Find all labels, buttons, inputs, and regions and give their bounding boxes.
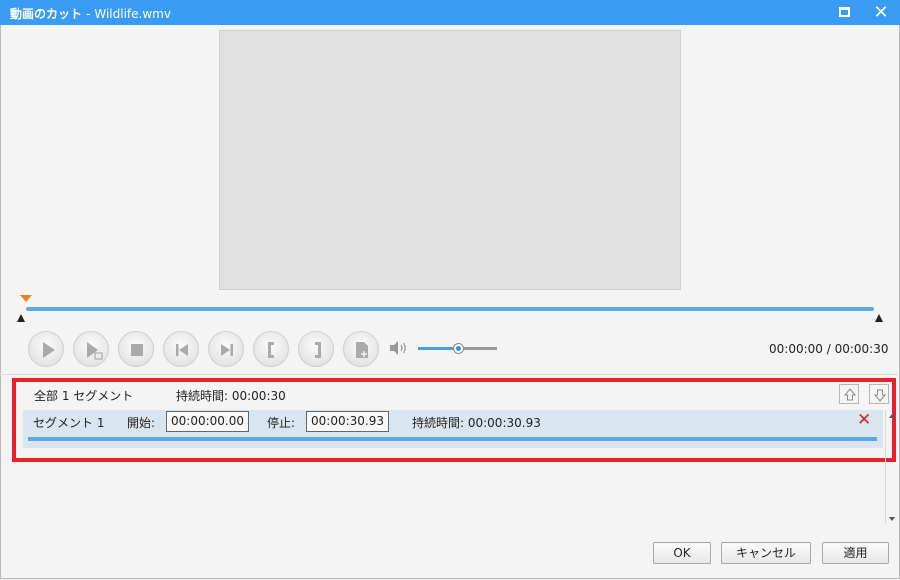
trim-start-marker-icon[interactable]	[17, 314, 25, 322]
maximize-icon[interactable]	[836, 4, 854, 22]
add-segment-icon	[356, 342, 368, 358]
trim-end-marker-icon[interactable]	[875, 314, 883, 322]
next-frame-icon	[221, 344, 233, 356]
set-start-button[interactable]	[253, 331, 289, 367]
volume-slider-knob[interactable]	[452, 343, 464, 354]
window-title: 動画のカット - Wildlife.wmv	[10, 5, 171, 22]
ok-button[interactable]: OK	[653, 542, 711, 564]
stop-button[interactable]	[118, 331, 154, 367]
segment-list-scrollbar[interactable]	[885, 410, 898, 524]
divider	[0, 374, 898, 375]
scroll-down-icon[interactable]	[889, 517, 895, 521]
set-start-icon	[268, 342, 274, 358]
stop-icon	[131, 344, 143, 356]
video-preview	[219, 30, 681, 290]
speaker-icon[interactable]	[389, 340, 409, 356]
scroll-up-icon[interactable]	[889, 414, 895, 418]
volume-slider[interactable]	[418, 343, 497, 354]
close-icon[interactable]: ✕	[872, 4, 890, 22]
play-button[interactable]	[28, 331, 64, 367]
window-title-text: 動画のカット	[10, 7, 83, 21]
title-bar: 動画のカット - Wildlife.wmv ✕	[0, 0, 900, 25]
time-display: 00:00:00 / 00:00:30	[769, 342, 889, 356]
next-frame-button[interactable]	[208, 331, 244, 367]
play-icon	[43, 342, 55, 358]
play-segment-button[interactable]	[73, 331, 109, 367]
apply-button[interactable]: 適用	[822, 542, 889, 564]
previous-frame-icon	[176, 344, 188, 356]
segment-panel-highlight	[12, 378, 896, 462]
volume-slider-fill	[418, 347, 458, 350]
add-segment-button[interactable]	[343, 331, 379, 367]
set-end-button[interactable]	[298, 331, 334, 367]
window-filename: - Wildlife.wmv	[86, 7, 171, 21]
timeline-bar[interactable]	[26, 307, 874, 311]
playhead-icon[interactable]	[20, 295, 32, 302]
play-segment-icon	[87, 342, 103, 360]
previous-frame-button[interactable]	[163, 331, 199, 367]
set-end-icon	[315, 342, 321, 358]
cancel-button[interactable]: キャンセル	[721, 542, 811, 564]
